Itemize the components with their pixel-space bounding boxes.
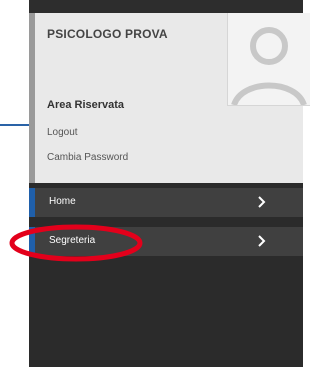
sidebar: PSICOLOGO PROVA Area Riservata Logout Ca… <box>29 0 310 367</box>
area-riservata-label: Area Riservata <box>47 99 125 111</box>
profile-panel: PSICOLOGO PROVA Area Riservata Logout Ca… <box>29 13 310 183</box>
chevron-right-icon <box>258 196 266 208</box>
avatar <box>227 13 310 107</box>
change-password-link[interactable]: Cambia Password <box>47 152 128 163</box>
user-avatar-icon <box>231 27 307 107</box>
profile-name: PSICOLOGO PROVA <box>47 27 168 41</box>
sidebar-top-strip <box>29 0 303 13</box>
chevron-right-icon <box>258 235 266 247</box>
nav-item-label: Home <box>49 196 76 207</box>
highlight-ellipse <box>9 224 143 262</box>
logout-link[interactable]: Logout <box>47 127 78 138</box>
nav-item-home[interactable]: Home <box>29 188 303 217</box>
left-divider-line <box>0 124 29 126</box>
